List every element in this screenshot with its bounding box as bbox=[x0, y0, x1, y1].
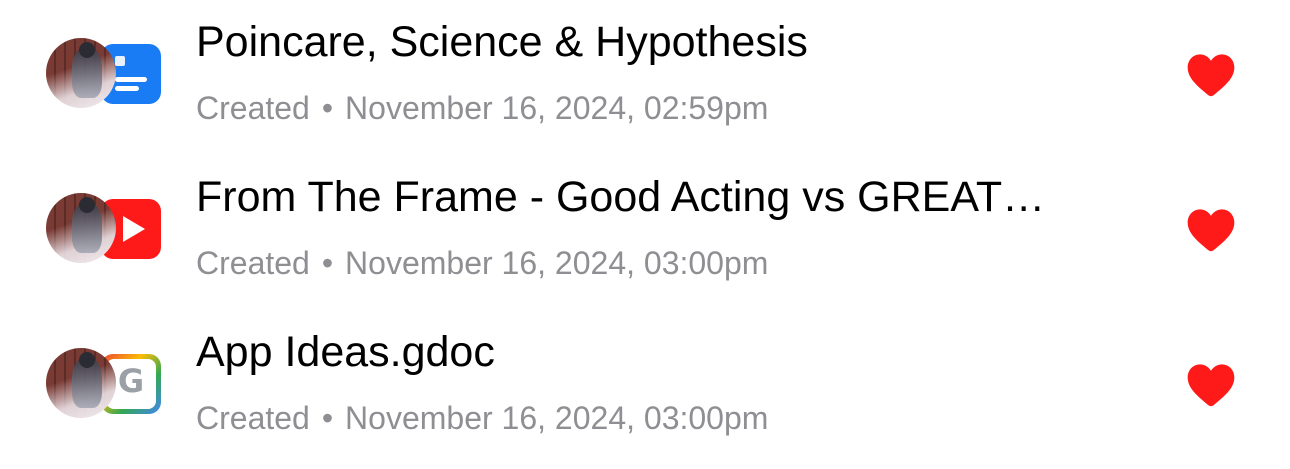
item-thumbnail: G bbox=[46, 348, 166, 428]
heart-icon[interactable] bbox=[1183, 356, 1239, 412]
list-item[interactable]: From The Frame - Good Acting vs GREAT… C… bbox=[0, 155, 1290, 310]
item-thumbnail bbox=[46, 193, 166, 273]
avatar bbox=[46, 348, 116, 418]
item-thumbnail bbox=[46, 38, 166, 118]
item-meta: Created • November 16, 2024, 03:00pm bbox=[196, 245, 768, 282]
item-meta: Created • November 16, 2024, 03:00pm bbox=[196, 400, 768, 437]
list-item[interactable]: G App Ideas.gdoc Created • November 16, 20… bbox=[0, 310, 1290, 465]
item-date: November 16, 2024, 03:00pm bbox=[345, 400, 769, 436]
heart-icon[interactable] bbox=[1183, 46, 1239, 102]
list-item[interactable]: Poincare, Science & Hypothesis Created • N… bbox=[0, 0, 1290, 155]
item-title: Poincare, Science & Hypothesis bbox=[196, 18, 808, 66]
item-status: Created bbox=[196, 90, 310, 126]
item-status: Created bbox=[196, 245, 310, 281]
separator-dot: • bbox=[321, 90, 334, 126]
avatar bbox=[46, 193, 116, 263]
item-title: App Ideas.gdoc bbox=[196, 328, 495, 376]
separator-dot: • bbox=[321, 245, 334, 281]
item-date: November 16, 2024, 03:00pm bbox=[345, 245, 769, 281]
avatar bbox=[46, 38, 116, 108]
item-date: November 16, 2024, 02:59pm bbox=[345, 90, 769, 126]
item-title: From The Frame - Good Acting vs GREAT… bbox=[196, 173, 1046, 221]
saved-items-list: Poincare, Science & Hypothesis Created • N… bbox=[0, 0, 1290, 469]
item-meta: Created • November 16, 2024, 02:59pm bbox=[196, 90, 768, 127]
separator-dot: • bbox=[321, 400, 334, 436]
item-status: Created bbox=[196, 400, 310, 436]
heart-icon[interactable] bbox=[1183, 201, 1239, 257]
